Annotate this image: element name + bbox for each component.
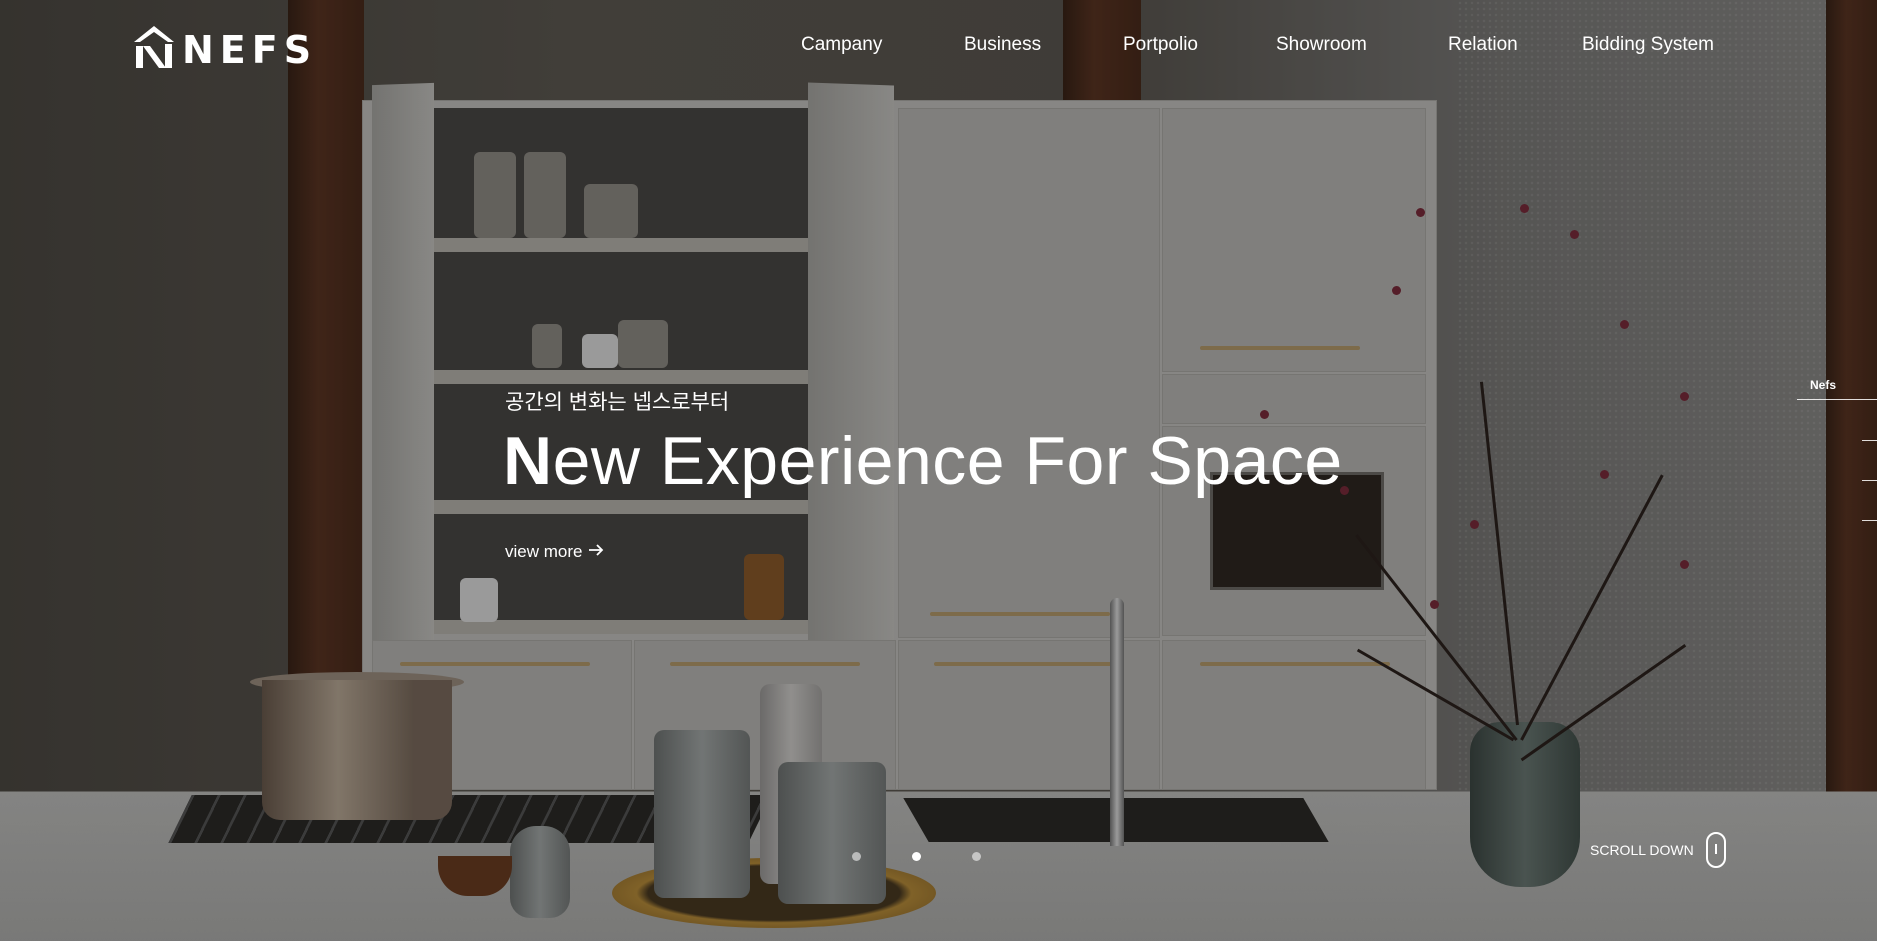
headline-rest: ew Experience For Space: [552, 423, 1343, 499]
nav-item-business[interactable]: Business: [964, 30, 1041, 60]
headline-initial: N: [503, 423, 553, 499]
mouse-icon: [1705, 832, 1726, 868]
view-more-link[interactable]: view more: [505, 542, 604, 562]
section-indicator-active-line[interactable]: [1797, 399, 1877, 400]
section-indicator-dash[interactable]: [1862, 480, 1877, 481]
hero-tagline: 공간의 변화는 넵스로부터: [505, 391, 730, 414]
scroll-down-label: SCROLL DOWN: [1590, 842, 1694, 858]
nav-item-portfolio[interactable]: Portpolio: [1123, 30, 1198, 60]
view-more-label: view more: [505, 542, 583, 561]
section-indicator-label[interactable]: Nefs: [1810, 378, 1836, 392]
section-indicator-dash[interactable]: [1862, 520, 1877, 521]
nav-item-relation[interactable]: Relation: [1448, 30, 1518, 60]
slider-dot[interactable]: [852, 852, 861, 861]
slider-dot[interactable]: [972, 852, 981, 861]
hero-headline: New Experience For Space: [503, 422, 1343, 500]
main-nav: Campany Business Portpolio Showroom Rela…: [0, 30, 1877, 60]
nav-item-bidding-system[interactable]: Bidding System: [1582, 30, 1714, 60]
nav-item-company[interactable]: Campany: [801, 30, 882, 60]
slider-dot-active[interactable]: [912, 852, 921, 861]
nav-item-showroom[interactable]: Showroom: [1276, 30, 1367, 60]
scroll-down-button[interactable]: SCROLL DOWN: [1590, 832, 1726, 868]
arrow-right-icon: [588, 542, 604, 562]
section-indicator-dash[interactable]: [1862, 440, 1877, 441]
